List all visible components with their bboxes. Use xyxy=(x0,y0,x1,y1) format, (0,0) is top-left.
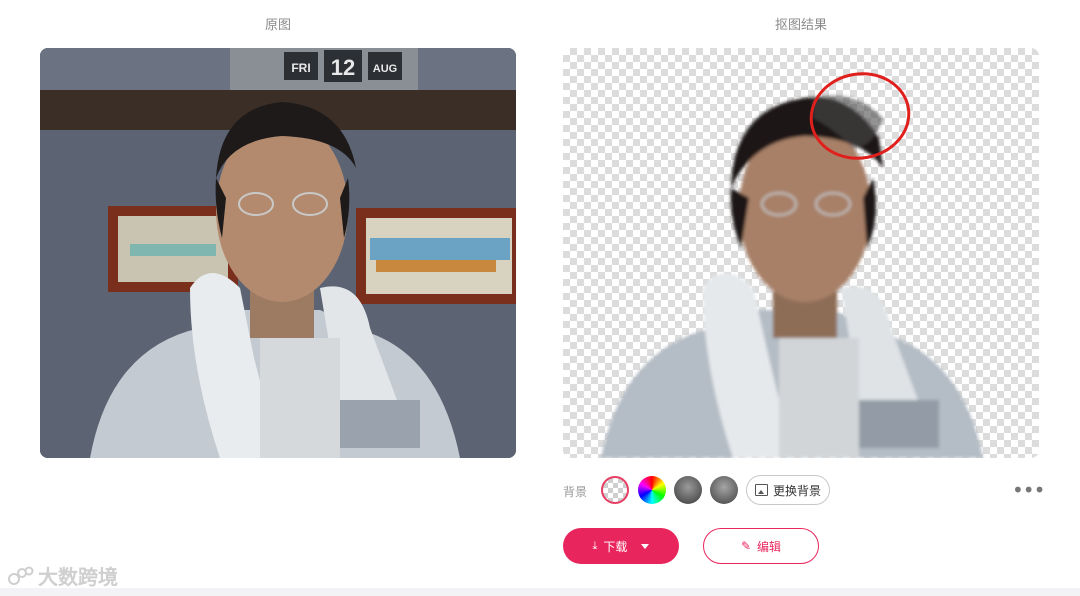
download-button[interactable]: ⤓ 下载 xyxy=(563,528,679,564)
background-swatch-color-wheel[interactable] xyxy=(638,476,666,504)
download-label: 下载 xyxy=(603,539,628,554)
original-photo: FRI 12 AUG xyxy=(40,48,516,458)
background-swatch-transparent[interactable] xyxy=(601,476,629,504)
pencil-icon: ✎ xyxy=(740,539,752,553)
background-swatch-photo-2[interactable] xyxy=(710,476,738,504)
background-swatch-photo-1[interactable] xyxy=(674,476,702,504)
result-title: 抠图结果 xyxy=(774,18,827,33)
download-icon: ⤓ xyxy=(592,539,598,552)
change-background-label: 更换背景 xyxy=(772,483,821,498)
calendar-month: AUG xyxy=(373,63,397,75)
more-horizontal-icon[interactable]: ••• xyxy=(1012,480,1045,500)
result-photo xyxy=(563,48,1039,458)
calendar-date: 12 xyxy=(331,55,355,80)
watermark: 大数跨境 xyxy=(8,561,118,590)
original-title: 原图 xyxy=(264,18,291,33)
calendar-day: FRI xyxy=(291,61,310,75)
bottom-strip xyxy=(0,588,1080,596)
watermark-text: 大数跨境 xyxy=(38,565,118,589)
edit-label: 编辑 xyxy=(757,539,782,554)
chevron-down-icon[interactable] xyxy=(641,543,650,549)
watermark-logo-icon xyxy=(8,566,34,585)
background-label: 背景 xyxy=(563,485,588,499)
edit-button[interactable]: ✎ 编辑 xyxy=(703,528,819,564)
change-background-button[interactable]: 更换背景 xyxy=(746,475,830,505)
image-icon xyxy=(754,484,768,496)
